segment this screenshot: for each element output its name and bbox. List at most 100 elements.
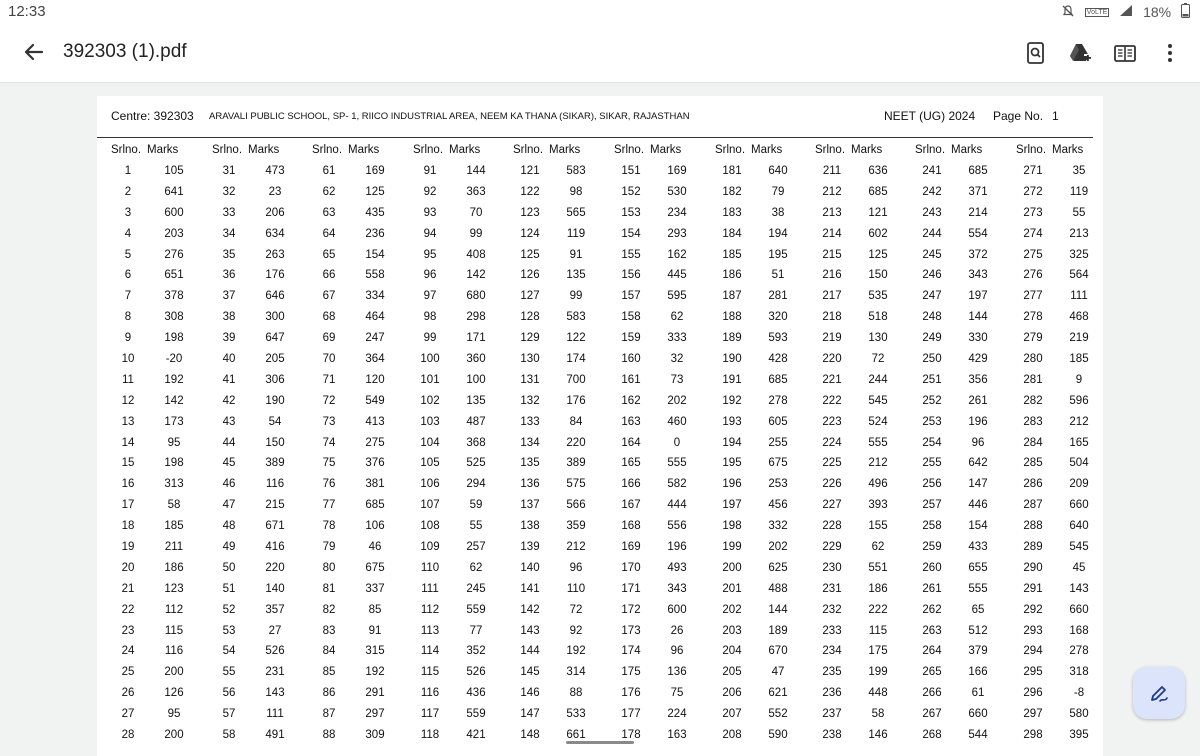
- marks-cell: 59: [469, 499, 483, 512]
- more-options-icon[interactable]: [1157, 40, 1183, 66]
- srlno-cell: 128: [520, 311, 540, 324]
- marks-header: Marks: [147, 144, 179, 156]
- srlno-cell: 54: [222, 645, 236, 658]
- marks-cell: 185: [164, 520, 184, 533]
- marks-cell: 253: [768, 478, 788, 491]
- table-row: 133 84: [507, 412, 607, 433]
- srlno-cell: 10: [121, 353, 135, 366]
- srlno-cell: 271: [1023, 165, 1043, 177]
- srlno-cell: 295: [1023, 666, 1043, 679]
- marks-cell: 91: [368, 624, 382, 637]
- marks-cell: 646: [265, 290, 285, 303]
- marks-cell: 343: [667, 582, 687, 595]
- marks-cell: 429: [968, 353, 988, 366]
- marks-cell: 564: [1069, 269, 1089, 282]
- srlno-cell: 249: [922, 332, 942, 345]
- srlno-cell: 293: [1023, 624, 1043, 637]
- marks-cell: 565: [566, 206, 586, 219]
- srlno-cell: 112: [420, 603, 440, 616]
- srlno-cell: 216: [822, 269, 842, 282]
- srlno-cell: 81: [322, 582, 336, 595]
- table-row: 5 276: [105, 245, 205, 266]
- srlno-cell: 208: [722, 729, 742, 742]
- table-row: 47 215: [206, 495, 306, 516]
- marks-cell: 99: [469, 227, 483, 240]
- srlno-cell: 41: [222, 373, 236, 386]
- srlno-cell: 160: [621, 353, 641, 366]
- marks-cell: 525: [466, 457, 486, 470]
- srlno-cell: 194: [722, 436, 742, 449]
- marks-cell: 294: [466, 478, 486, 491]
- srlno-cell: 187: [722, 290, 742, 303]
- reading-mode-icon[interactable]: [1112, 40, 1138, 66]
- table-row: 142 72: [507, 600, 607, 621]
- column-header: Srlno. Marks: [608, 139, 708, 161]
- table-row: 64 236: [306, 224, 406, 245]
- page-number-value: 1: [1052, 109, 1059, 123]
- srlno-cell: 124: [520, 227, 540, 240]
- srlno-header: Srlno.: [814, 144, 846, 156]
- table-row: 265 166: [909, 662, 1009, 683]
- srlno-cell: 145: [520, 666, 540, 679]
- srlno-cell: 252: [922, 394, 942, 407]
- srlno-cell: 197: [722, 499, 742, 512]
- srlno-cell: 196: [722, 478, 742, 491]
- table-row: 257 446: [909, 495, 1009, 516]
- srlno-cell: 116: [420, 687, 440, 700]
- table-row: 24 116: [105, 641, 205, 662]
- srlno-cell: 9: [124, 332, 132, 345]
- marks-cell: 595: [667, 290, 687, 303]
- srlno-cell: 132: [520, 394, 540, 407]
- add-to-drive-icon[interactable]: [1067, 40, 1093, 66]
- annotate-pen-button[interactable]: [1133, 667, 1185, 719]
- table-row: 77 685: [306, 495, 406, 516]
- marks-cell: 96: [971, 436, 985, 449]
- srlno-cell: 137: [520, 499, 540, 512]
- marks-cell: 379: [968, 645, 988, 658]
- srlno-cell: 202: [722, 603, 742, 616]
- table-row: 226 496: [809, 474, 909, 495]
- marks-cell: 186: [868, 582, 888, 595]
- table-row: 97 680: [407, 286, 507, 307]
- srlno-cell: 118: [420, 729, 440, 742]
- marks-header: Marks: [348, 144, 380, 156]
- srlno-cell: 234: [822, 645, 842, 658]
- table-row: 58 491: [206, 725, 306, 746]
- back-arrow-icon[interactable]: [22, 40, 46, 64]
- search-in-document-icon[interactable]: [1023, 40, 1049, 66]
- marks-cell: 112: [164, 603, 184, 616]
- table-row: 247 197: [909, 286, 1009, 307]
- table-row: 234 175: [809, 641, 909, 662]
- marks-cell: 144: [466, 165, 486, 177]
- srlno-cell: 182: [722, 185, 742, 198]
- srlno-cell: 156: [621, 269, 641, 282]
- marks-cell: 330: [968, 332, 988, 345]
- marks-cell: 185: [1069, 353, 1089, 366]
- marks-cell: 119: [566, 227, 586, 240]
- srlno-cell: 42: [222, 394, 236, 407]
- table-row: 242 371: [909, 182, 1009, 203]
- srlno-cell: 281: [1023, 373, 1043, 386]
- srlno-cell: 78: [322, 520, 336, 533]
- marks-cell: 194: [768, 227, 788, 240]
- srlno-cell: 257: [922, 499, 942, 512]
- table-row: 44 150: [206, 433, 306, 454]
- table-row: 110 62: [407, 558, 507, 579]
- marks-cell: 61: [971, 687, 985, 700]
- marks-cell: 306: [265, 373, 285, 386]
- table-row: 272 119: [1010, 182, 1103, 203]
- srlno-cell: 147: [520, 708, 540, 721]
- table-row: 254 96: [909, 433, 1009, 454]
- table-row: 268 544: [909, 725, 1009, 746]
- marks-cell: 526: [265, 645, 285, 658]
- srlno-cell: 189: [722, 332, 742, 345]
- marks-cell: 198: [164, 457, 184, 470]
- table-row: 171 343: [608, 579, 708, 600]
- marks-cell: 556: [667, 520, 687, 533]
- horizontal-scroll-thumb[interactable]: [566, 741, 634, 744]
- srlno-cell: 188: [722, 311, 742, 324]
- srlno-cell: 70: [322, 353, 336, 366]
- table-row: 72 549: [306, 391, 406, 412]
- srlno-cell: 195: [722, 457, 742, 470]
- marks-cell: 77: [469, 624, 483, 637]
